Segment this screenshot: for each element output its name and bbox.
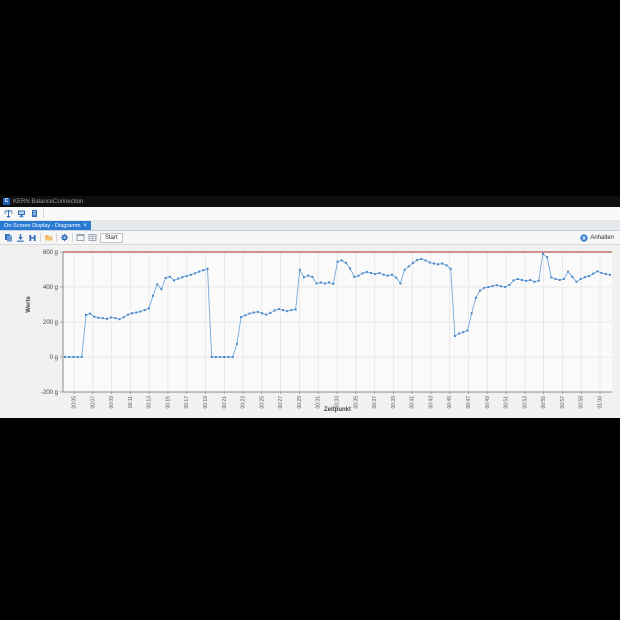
svg-text:00:45: 00:45: [447, 396, 453, 409]
title-bar: C KERN BalanceConnection: [0, 196, 620, 207]
svg-text:00:47: 00:47: [466, 396, 472, 409]
export-icon[interactable]: [16, 233, 25, 242]
svg-text:400 g: 400 g: [43, 285, 58, 291]
svg-text:00:59: 00:59: [579, 396, 585, 409]
tab-diagramm[interactable]: On-Screen Display - Diagramm ×: [0, 221, 91, 230]
screen: C KERN BalanceConnection On-Screen Displ…: [0, 0, 620, 620]
table-icon[interactable]: [88, 233, 97, 242]
svg-text:00:11: 00:11: [128, 396, 134, 408]
svg-text:00:17: 00:17: [184, 396, 190, 409]
main-toolbar: [0, 207, 620, 221]
svg-text:00:15: 00:15: [165, 396, 171, 409]
svg-text:01:00: 01:00: [598, 396, 604, 409]
stop-label: Anhalten: [590, 234, 614, 241]
stop-icon[interactable]: [579, 233, 588, 242]
chart-columns-icon[interactable]: [28, 233, 37, 242]
svg-text:00:53: 00:53: [522, 396, 528, 409]
svg-text:00:25: 00:25: [259, 396, 265, 409]
toolbar-separator: [72, 233, 73, 242]
chart-toolbar: Start Anhalten: [0, 231, 620, 245]
svg-text:00:09: 00:09: [109, 396, 115, 409]
svg-text:00:37: 00:37: [372, 396, 378, 409]
svg-text:00:19: 00:19: [203, 396, 209, 409]
svg-text:00:13: 00:13: [147, 396, 153, 409]
svg-text:Zeitpunkt: Zeitpunkt: [324, 407, 351, 413]
tab-bar: On-Screen Display - Diagramm ×: [0, 221, 620, 231]
svg-text:00:23: 00:23: [241, 396, 247, 409]
svg-text:600 g: 600 g: [43, 250, 58, 256]
svg-text:00:07: 00:07: [90, 396, 96, 409]
window-title: KERN BalanceConnection: [13, 198, 84, 205]
log-icon[interactable]: [30, 209, 39, 218]
svg-text:00:35: 00:35: [353, 396, 359, 409]
toolbar-separator: [56, 233, 57, 242]
weight-line-chart[interactable]: 00:05 00:07 00:09 00:11 00:13 00:15 00:17 00:19…: [0, 245, 620, 418]
svg-text:00:51: 00:51: [504, 396, 510, 409]
svg-text:00:43: 00:43: [428, 396, 434, 409]
svg-text:00:27: 00:27: [278, 396, 284, 409]
svg-text:00:55: 00:55: [541, 396, 547, 409]
svg-text:00:57: 00:57: [560, 396, 566, 409]
window-icon[interactable]: [76, 233, 85, 242]
scale-icon[interactable]: [4, 209, 13, 218]
toolbar-separator: [40, 233, 41, 242]
svg-text:0 g: 0 g: [50, 355, 58, 361]
svg-text:00:31: 00:31: [316, 396, 322, 409]
svg-text:00:29: 00:29: [297, 396, 303, 409]
svg-text:00:21: 00:21: [222, 396, 228, 409]
svg-text:Werte: Werte: [26, 296, 32, 313]
tab-diagramm-label: On-Screen Display - Diagramm: [4, 222, 81, 229]
svg-text:-200 g: -200 g: [41, 390, 58, 396]
display-icon[interactable]: [17, 209, 26, 218]
settings-gear-icon[interactable]: [60, 233, 69, 242]
svg-text:200 g: 200 g: [43, 320, 58, 326]
svg-text:00:05: 00:05: [72, 396, 78, 409]
chart-panel: 00:05 00:07 00:09 00:11 00:13 00:15 00:17 00:19…: [0, 245, 620, 418]
app-window: C KERN BalanceConnection On-Screen Displ…: [0, 196, 620, 418]
svg-text:00:49: 00:49: [485, 396, 491, 409]
toolbar-separator: [43, 209, 44, 218]
folder-icon[interactable]: [44, 233, 53, 242]
svg-text:00:39: 00:39: [391, 396, 397, 409]
svg-text:00:41: 00:41: [410, 396, 416, 409]
app-logo-icon: C: [3, 198, 10, 205]
tab-close-icon[interactable]: ×: [83, 223, 87, 229]
copy-icon[interactable]: [4, 233, 13, 242]
start-button[interactable]: Start: [100, 232, 123, 243]
stop-control[interactable]: Anhalten: [579, 233, 616, 242]
